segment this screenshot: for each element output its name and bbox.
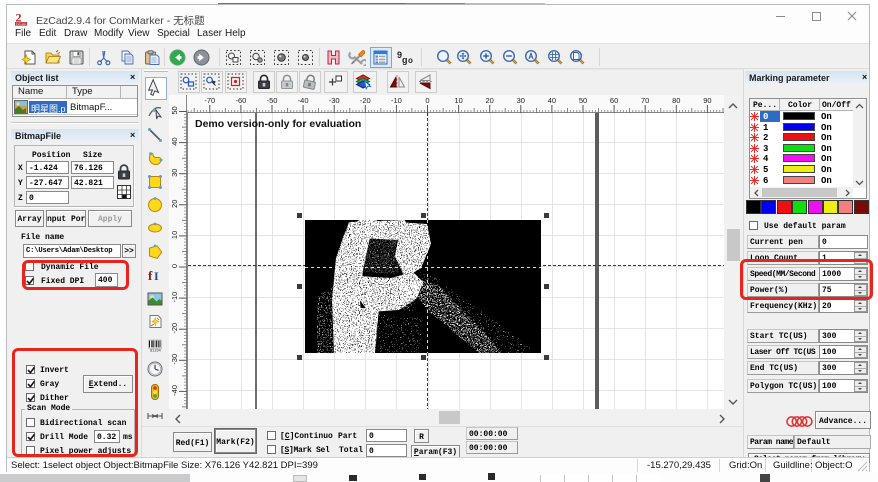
svg-text:o: o <box>408 56 413 65</box>
svg-text:50: 50 <box>579 96 587 105</box>
svg-text:-30: -30 <box>329 96 340 105</box>
svg-text:90: 90 <box>703 96 711 105</box>
svg-text:-30: -30 <box>170 354 179 365</box>
svg-text:10: 10 <box>454 96 462 105</box>
svg-text:30: 30 <box>170 169 179 177</box>
svg-text:-10: -10 <box>391 96 402 105</box>
svg-text:-60: -60 <box>235 96 246 105</box>
svg-text:70: 70 <box>641 96 649 105</box>
svg-text:-20: -20 <box>360 96 371 105</box>
svg-text:80: 80 <box>672 96 680 105</box>
svg-text:-40: -40 <box>298 96 309 105</box>
svg-text:0: 0 <box>170 264 179 268</box>
svg-text:g: g <box>402 55 408 65</box>
svg-text:EZCAD: EZCAD <box>16 22 28 26</box>
svg-text:-20: -20 <box>170 323 179 334</box>
svg-text:60: 60 <box>610 96 618 105</box>
svg-text:-10: -10 <box>170 292 179 303</box>
svg-text:-50: -50 <box>267 96 278 105</box>
svg-text:-70: -70 <box>204 96 215 105</box>
svg-text:-40: -40 <box>170 385 179 396</box>
svg-text:20: 20 <box>170 200 179 208</box>
svg-text:81234: 81234 <box>150 350 161 354</box>
svg-text:20: 20 <box>486 96 494 105</box>
svg-text:f: f <box>148 268 153 283</box>
svg-text:10: 10 <box>170 231 179 239</box>
svg-text:50: 50 <box>170 106 179 114</box>
svg-text:I: I <box>154 269 159 283</box>
svg-text:0: 0 <box>425 96 429 105</box>
svg-text:30: 30 <box>517 96 525 105</box>
svg-text:40: 40 <box>170 137 179 145</box>
svg-text:40: 40 <box>548 96 556 105</box>
